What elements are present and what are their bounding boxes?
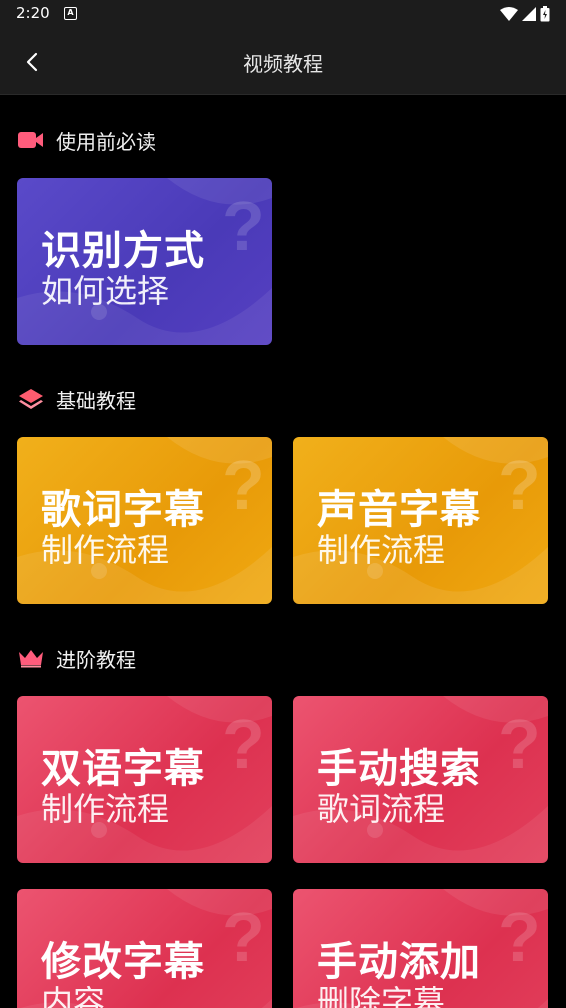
- tutorial-card-manual-search[interactable]: ? 手动搜索 歌词流程: [293, 696, 548, 863]
- crown-icon: [18, 645, 44, 671]
- svg-text:?: ?: [498, 705, 541, 783]
- section-title: 使用前必读: [56, 129, 156, 154]
- card-subtitle: 内容: [41, 983, 106, 1008]
- battery-icon: [540, 6, 550, 22]
- svg-text:?: ?: [222, 705, 265, 783]
- cell-signal-icon: [522, 7, 536, 21]
- section-header-basic: 基础教程: [18, 385, 136, 413]
- svg-text:?: ?: [498, 446, 541, 524]
- tutorial-card-recognition[interactable]: ? 识别方式 如何选择: [17, 178, 272, 345]
- section-title: 基础教程: [56, 388, 136, 413]
- video-camera-icon: [18, 127, 44, 153]
- card-subtitle: 制作流程: [317, 531, 446, 569]
- card-subtitle: 删除字幕: [317, 983, 446, 1008]
- app-bar: 视频教程: [0, 28, 566, 95]
- tutorial-card-audio-subtitles[interactable]: ? 声音字幕 制作流程: [293, 437, 548, 604]
- layers-icon: [18, 386, 44, 412]
- tutorial-card-bilingual-subtitles[interactable]: ? 双语字幕 制作流程: [17, 696, 272, 863]
- tutorial-card-manual-add-remove[interactable]: ? 手动添加 删除字幕: [293, 889, 548, 1008]
- status-icons: [500, 5, 550, 23]
- status-time: 2:20: [16, 4, 50, 22]
- wifi-icon: [500, 7, 518, 21]
- svg-text:?: ?: [222, 898, 265, 976]
- notification-badge-icon: A: [64, 7, 77, 20]
- tutorial-card-edit-subtitles[interactable]: ? 修改字幕 内容: [17, 889, 272, 1008]
- svg-text:?: ?: [498, 898, 541, 976]
- section-title: 进阶教程: [56, 647, 136, 672]
- card-subtitle: 制作流程: [41, 790, 170, 828]
- page-title: 视频教程: [243, 52, 323, 76]
- section-header-must-read: 使用前必读: [18, 126, 156, 154]
- tutorial-card-lyrics-subtitles[interactable]: ? 歌词字幕 制作流程: [17, 437, 272, 604]
- section-header-advanced: 进阶教程: [18, 644, 136, 672]
- svg-text:?: ?: [222, 446, 265, 524]
- card-subtitle: 如何选择: [41, 272, 170, 310]
- card-subtitle: 歌词流程: [317, 790, 446, 828]
- status-bar: 2:20 A: [0, 0, 566, 28]
- svg-text:?: ?: [222, 187, 265, 265]
- card-subtitle: 制作流程: [41, 531, 170, 569]
